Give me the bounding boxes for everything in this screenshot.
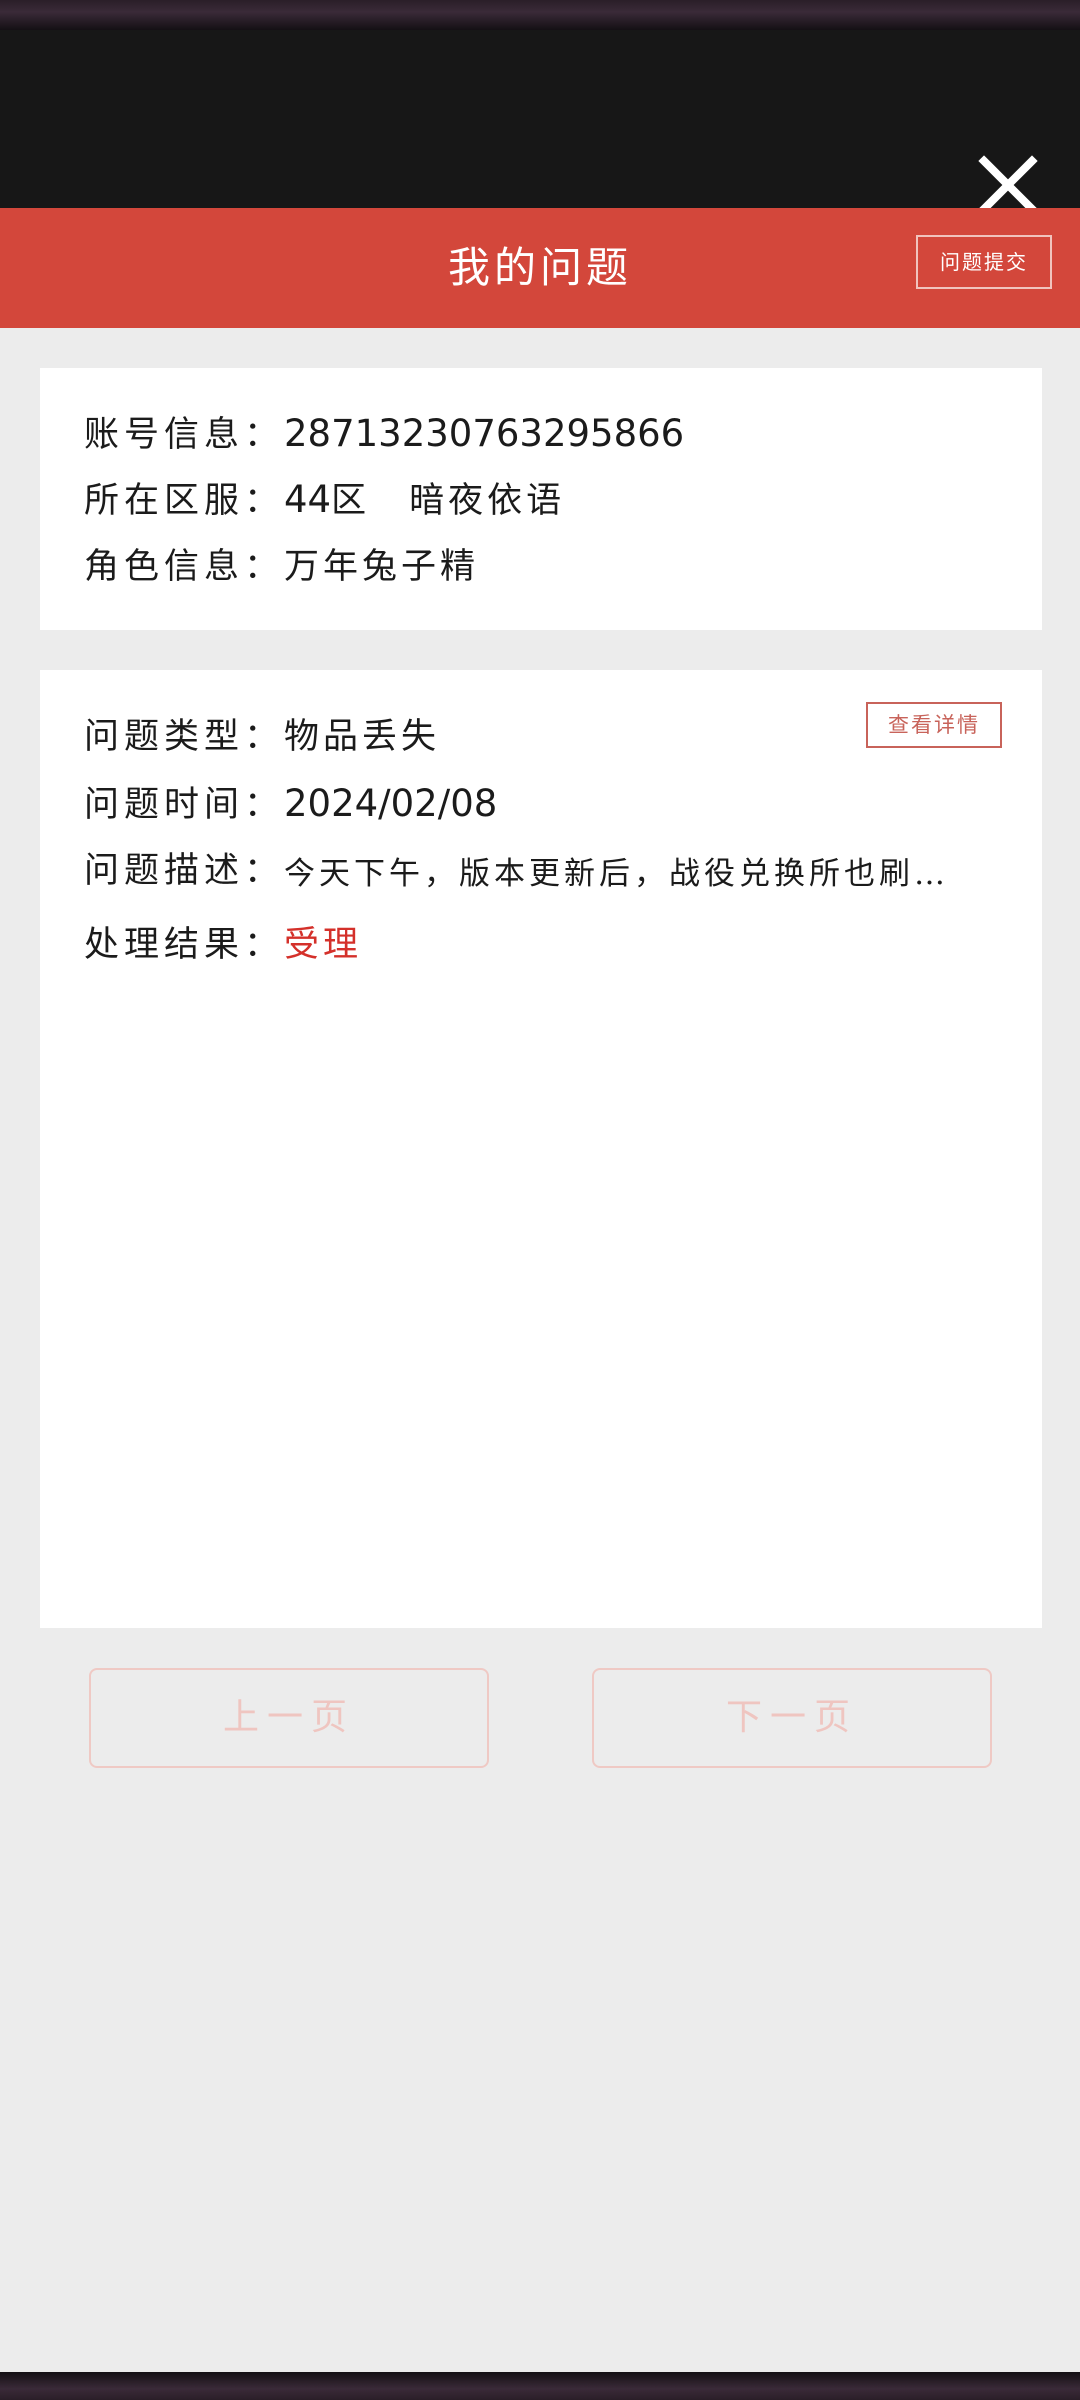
role-row: 角色信息：万年兔子精	[84, 538, 479, 589]
close-icon[interactable]	[978, 155, 1038, 215]
issue-time-label: 问题时间：	[84, 785, 285, 825]
issue-time-value: 2024/02/08	[284, 782, 498, 825]
issue-desc-row: 问题描述：今天下午，版本更新后，战役兑换所也刷…	[84, 842, 964, 893]
server-value: 区 暗夜依语	[331, 481, 566, 521]
account-label: 账号信息：	[84, 415, 285, 455]
server-row: 所在区服：44区 暗夜依语	[84, 472, 565, 523]
issue-desc-value: 今天下午，版本更新后，战役兑换所也刷…	[284, 856, 950, 892]
issue-card: 查看详情 问题类型：物品丢失 问题时间：2024/02/08 问题描述：今天下午…	[40, 670, 1042, 1628]
top-decorative-border	[0, 0, 1080, 30]
account-row: 账号信息：28713230763295866	[84, 406, 684, 457]
dark-header-bar	[0, 30, 1080, 215]
view-details-button[interactable]: 查看详情	[866, 702, 1002, 748]
issue-result-row: 处理结果：受理	[84, 916, 362, 967]
next-page-button[interactable]: 下一页	[592, 1668, 992, 1768]
issue-type-label: 问题类型：	[84, 717, 285, 757]
submit-issue-button[interactable]: 问题提交	[916, 235, 1052, 289]
app-screen: 我的问题 问题提交 账号信息：28713230763295866 所在区服：44…	[0, 0, 1080, 2400]
account-value: 28713230763295866	[284, 412, 685, 455]
role-value: 万年兔子精	[284, 547, 480, 587]
issue-result-value: 受理	[284, 925, 363, 965]
role-label: 角色信息：	[84, 547, 285, 587]
title-bar: 我的问题 问题提交	[0, 208, 1080, 328]
issue-result-label: 处理结果：	[84, 925, 285, 965]
issue-desc-label: 问题描述：	[84, 851, 285, 891]
server-label: 所在区服：	[84, 481, 285, 521]
previous-page-button[interactable]: 上一页	[89, 1668, 489, 1768]
account-info-card: 账号信息：28713230763295866 所在区服：44区 暗夜依语 角色信…	[40, 368, 1042, 630]
issue-type-value: 物品丢失	[284, 717, 441, 757]
issue-type-row: 问题类型：物品丢失	[84, 708, 440, 759]
bottom-decorative-border	[0, 2372, 1080, 2400]
server-number: 44	[284, 478, 332, 521]
issue-time-row: 问题时间：2024/02/08	[84, 776, 497, 827]
